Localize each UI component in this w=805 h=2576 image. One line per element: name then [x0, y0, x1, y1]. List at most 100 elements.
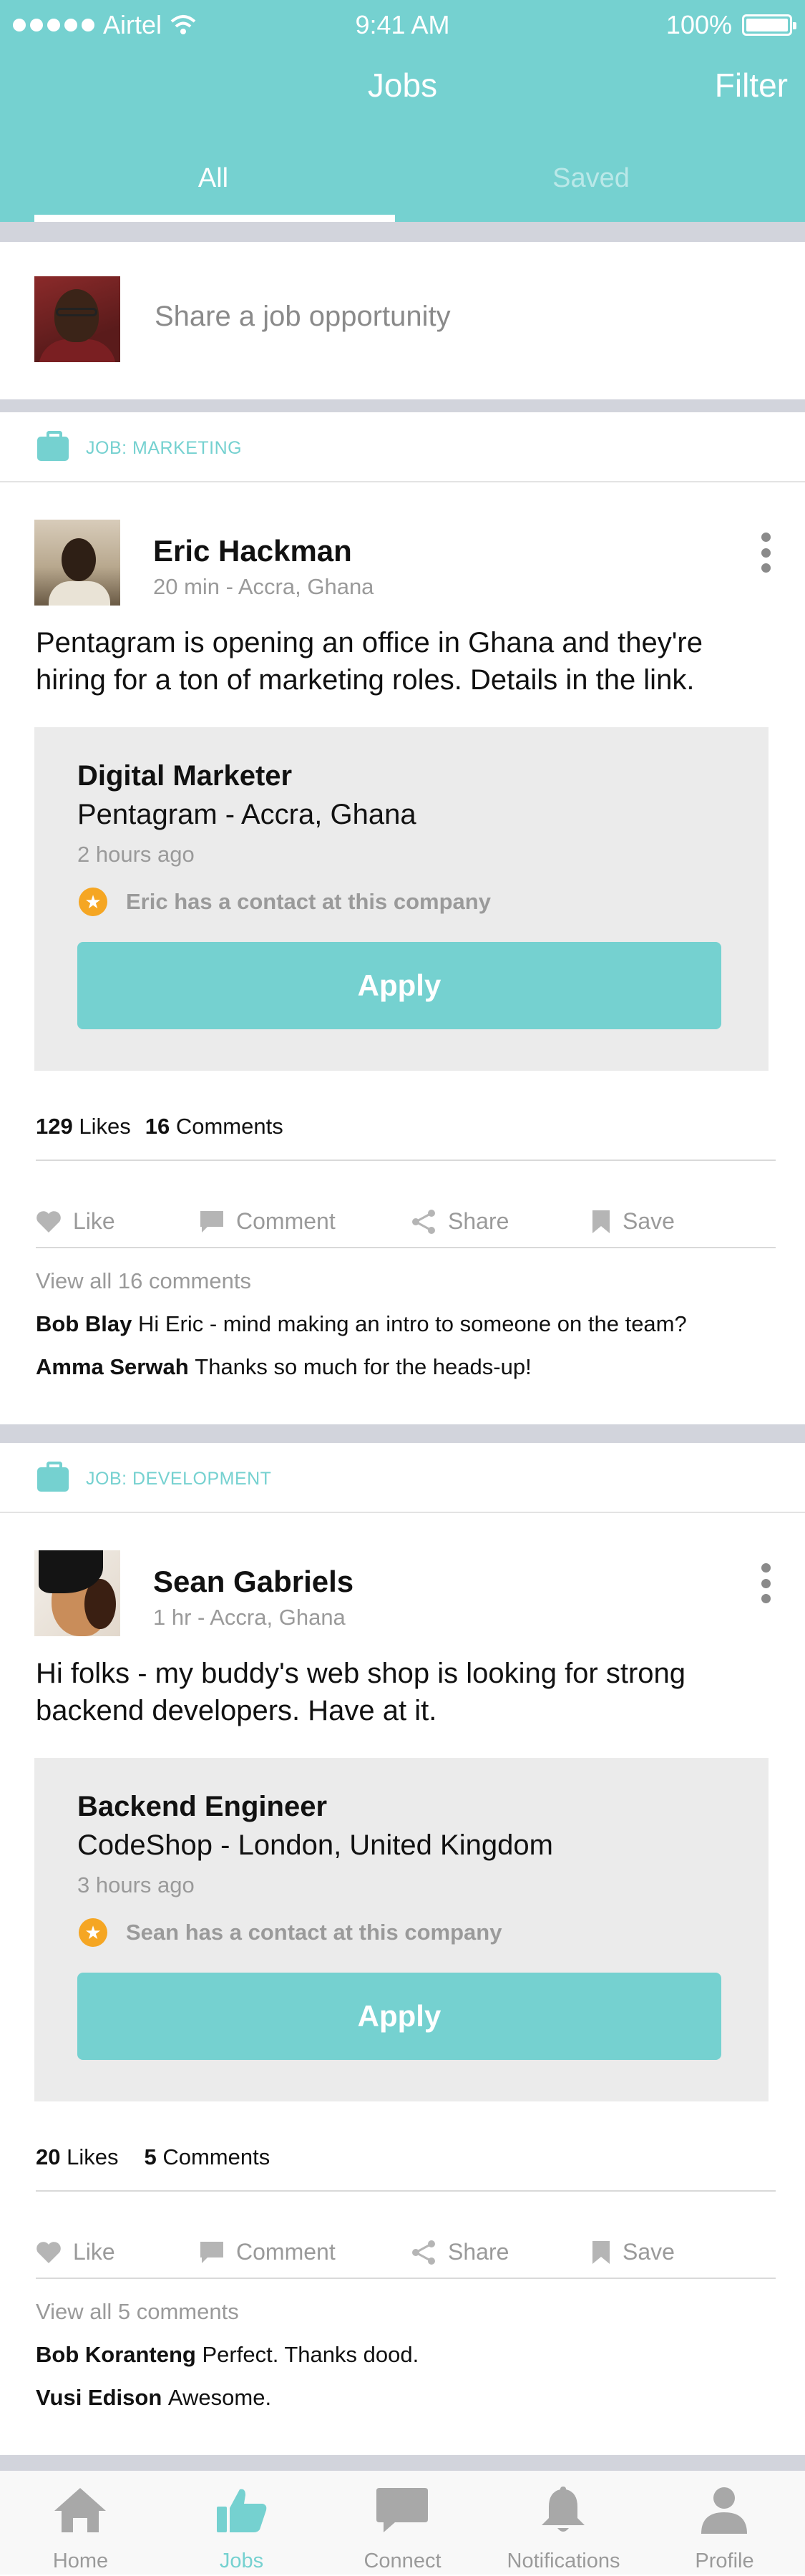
tab-home[interactable]: Home — [0, 2471, 161, 2576]
tab-home-label: Home — [52, 2550, 109, 2572]
bookmark-icon — [592, 1210, 610, 1233]
heart-icon — [36, 2241, 61, 2263]
share-job-input[interactable]: Share a job opportunity — [155, 301, 451, 333]
apply-button[interactable]: Apply — [77, 1973, 721, 2060]
tab-all[interactable]: All — [34, 163, 392, 194]
contact-note: Eric has a contact at this company — [126, 889, 491, 914]
tab-connect[interactable]: Connect — [322, 2471, 483, 2576]
share-label: Share — [448, 2239, 509, 2265]
comment-label: Comment — [236, 1208, 336, 1234]
tab-profile[interactable]: Profile — [644, 2471, 805, 2576]
comments-number: 16 — [145, 1114, 170, 1139]
author-avatar[interactable] — [34, 1550, 120, 1636]
comment-author[interactable]: Amma Serwah — [36, 1354, 189, 1379]
more-options-icon[interactable] — [761, 533, 773, 573]
tab-jobs[interactable]: Jobs — [161, 2471, 322, 2576]
job-category: JOB: MARKETING — [0, 412, 805, 482]
star-icon: ★ — [79, 1918, 107, 1947]
comment-label: Comment — [236, 2239, 336, 2265]
comment: Vusi Edison Awesome. — [36, 2385, 271, 2411]
comment-icon — [200, 1210, 223, 1233]
comment-button[interactable]: Comment — [199, 2239, 336, 2265]
post-text: Pentagram is opening an office in Ghana … — [36, 627, 703, 696]
job-title: Backend Engineer — [77, 1791, 328, 1822]
comment-author[interactable]: Vusi Edison — [36, 2385, 162, 2410]
likes-count[interactable]: 20 Likes — [36, 2144, 118, 2170]
tab-connect-label: Connect — [364, 2550, 441, 2572]
job-post: JOB: MARKETING Eric Hackman 20 min - Acc… — [0, 412, 805, 1424]
share-label: Share — [448, 1208, 509, 1234]
save-label: Save — [623, 2239, 675, 2265]
comments-count[interactable]: 16 Comments — [145, 1114, 283, 1139]
like-button[interactable]: Like — [36, 1208, 115, 1235]
section-divider — [0, 2455, 805, 2469]
job-title: Digital Marketer — [77, 760, 293, 792]
share-icon — [412, 2240, 435, 2265]
comment-text: Awesome. — [167, 2385, 272, 2410]
likes-number: 20 — [36, 2144, 61, 2169]
job-card[interactable]: Digital Marketer Pentagram - Accra, Ghan… — [34, 727, 769, 1071]
section-divider — [0, 222, 805, 242]
save-button[interactable]: Save — [591, 2239, 675, 2265]
status-bar: Airtel 9:41 AM 100% — [0, 7, 805, 43]
view-all-comments-link[interactable]: View all 16 comments — [36, 1268, 251, 1294]
comment-text: Perfect. Thanks dood. — [202, 2342, 419, 2367]
save-label: Save — [623, 1208, 675, 1234]
tab-notifications[interactable]: Notifications — [483, 2471, 644, 2576]
likes-count[interactable]: 129 Likes — [36, 1114, 131, 1139]
job-category: JOB: DEVELOPMENT — [0, 1443, 805, 1513]
divider — [36, 1247, 776, 1248]
tab-notifications-label: Notifications — [507, 2550, 620, 2572]
active-tab-indicator — [34, 215, 395, 222]
tab-profile-label: Profile — [695, 2550, 754, 2572]
post-meta: 20 min - Accra, Ghana — [153, 574, 374, 599]
contact-note: Sean has a contact at this company — [126, 1920, 502, 1945]
comment-text: Thanks so much for the heads-up! — [195, 1354, 532, 1379]
divider — [36, 2190, 776, 2192]
heart-icon — [36, 1210, 61, 1233]
share-button[interactable]: Share — [411, 2239, 509, 2265]
comment-author[interactable]: Bob Koranteng — [36, 2342, 196, 2367]
post-text: Hi folks - my buddy's web shop is lookin… — [36, 1658, 686, 1726]
post-actions: Like Comment Share Save — [0, 1192, 805, 1250]
bookmark-icon — [592, 2240, 610, 2264]
job-posted-time: 3 hours ago — [77, 1872, 195, 1897]
bottom-tab-bar: Home Jobs Connect Notifications Profile — [0, 2469, 805, 2575]
post-meta: 1 hr - Accra, Ghana — [153, 1605, 346, 1630]
author-avatar[interactable] — [34, 520, 120, 606]
divider — [36, 2278, 776, 2279]
briefcase-icon — [37, 431, 69, 461]
like-button[interactable]: Like — [36, 2239, 115, 2265]
filter-button[interactable]: Filter — [715, 66, 788, 105]
tab-saved[interactable]: Saved — [412, 163, 770, 194]
comment-button[interactable]: Comment — [199, 1208, 336, 1235]
comment-author[interactable]: Bob Blay — [36, 1311, 132, 1336]
comment: Bob Koranteng Perfect. Thanks dood. — [36, 2342, 419, 2368]
person-icon — [701, 2487, 747, 2534]
view-all-comments-link[interactable]: View all 5 comments — [36, 2299, 239, 2325]
likes-label: Likes — [67, 2144, 119, 2169]
share-button[interactable]: Share — [411, 1208, 509, 1235]
thumbs-up-icon — [217, 2489, 267, 2532]
share-icon — [412, 1209, 435, 1234]
apply-button[interactable]: Apply — [77, 942, 721, 1029]
author-name[interactable]: Sean Gabriels — [153, 1565, 353, 1599]
chat-icon — [376, 2488, 428, 2532]
save-button[interactable]: Save — [591, 1208, 675, 1235]
tab-jobs-label: Jobs — [219, 2550, 264, 2572]
like-label: Like — [73, 1208, 115, 1234]
job-company: Pentagram - Accra, Ghana — [77, 799, 416, 830]
comments-number: 5 — [144, 2144, 157, 2169]
briefcase-icon — [37, 1462, 69, 1492]
star-icon: ★ — [79, 888, 107, 916]
more-options-icon[interactable] — [761, 1563, 773, 1603]
divider — [36, 1160, 776, 1161]
author-name[interactable]: Eric Hackman — [153, 534, 352, 568]
job-card[interactable]: Backend Engineer CodeShop - London, Unit… — [34, 1758, 769, 2101]
share-job-composer[interactable]: Share a job opportunity — [0, 242, 805, 399]
comment: Amma Serwah Thanks so much for the heads… — [36, 1354, 532, 1380]
likes-label: Likes — [79, 1114, 131, 1139]
comments-count[interactable]: 5 Comments — [144, 2144, 270, 2170]
comment-icon — [200, 2241, 223, 2263]
avatar — [34, 276, 120, 362]
